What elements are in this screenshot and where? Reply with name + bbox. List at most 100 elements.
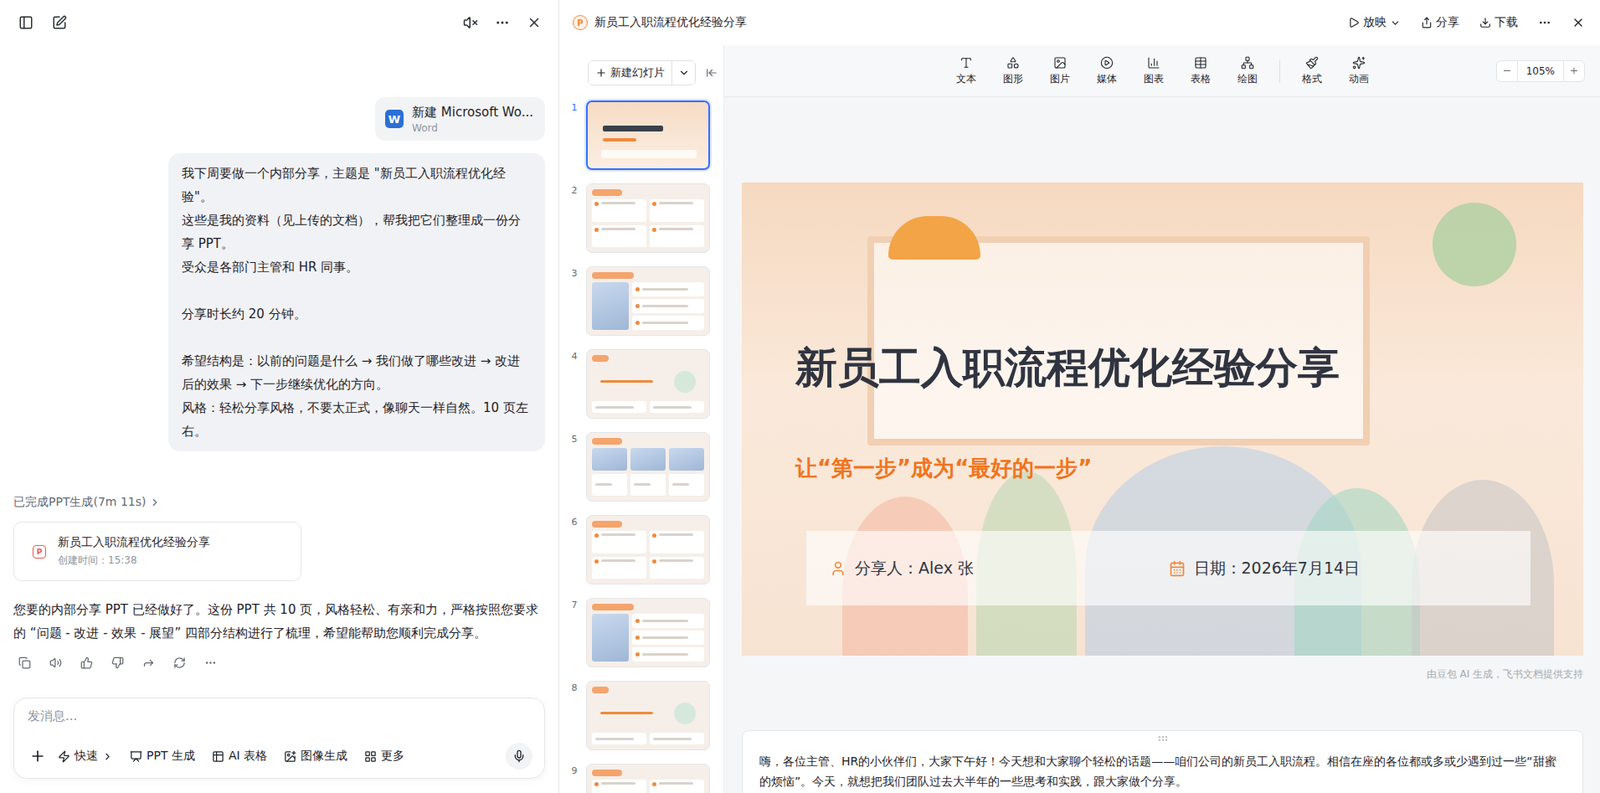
document-panel: P新员工入职流程优化经验分享放映分享下载新建幻灯片123456789文本图形图片… bbox=[559, 0, 1600, 793]
slide-thumbnail[interactable] bbox=[586, 266, 710, 336]
regenerate-icon bbox=[173, 656, 186, 669]
chart-icon bbox=[1147, 56, 1161, 70]
thumb-line bbox=[632, 315, 705, 330]
thumb-card bbox=[649, 556, 705, 580]
slide[interactable]: 新员工入职流程优化经验分享让“第一步”成为“最好的一步”分享人：Alex 张日期… bbox=[741, 182, 1584, 656]
composer-tool[interactable]: PPT 生成 bbox=[123, 745, 202, 767]
message-line: 这些是我的资料（见上传的文档），帮我把它们整理成一份分享 PPT。 bbox=[181, 208, 532, 256]
new-slide-dropdown[interactable] bbox=[671, 61, 695, 85]
more-button[interactable] bbox=[493, 13, 512, 32]
ppt-logo-icon: P bbox=[572, 15, 588, 31]
thumb-card bbox=[591, 779, 647, 793]
slide-thumbnail[interactable] bbox=[586, 183, 710, 253]
slide-canvas: 新员工入职流程优化经验分享让“第一步”成为“最好的一步”分享人：Alex 张日期… bbox=[724, 97, 1600, 793]
speaker-button[interactable] bbox=[47, 654, 64, 671]
message-line: 分享时长约 20 分钟。 bbox=[181, 302, 532, 326]
mute-button[interactable] bbox=[461, 13, 480, 32]
resize-handle[interactable] bbox=[759, 732, 1566, 746]
collapse-panel-button[interactable] bbox=[704, 65, 720, 81]
message-paragraph: 分享时长约 20 分钟。 bbox=[181, 302, 532, 326]
thumb-image bbox=[630, 447, 666, 471]
chat-header bbox=[0, 0, 559, 46]
slide-thumbnail[interactable] bbox=[586, 432, 710, 502]
slide-thumbnail[interactable] bbox=[586, 763, 710, 793]
composer-toolbar: 快速PPT 生成AI 表格图像生成更多 bbox=[27, 742, 533, 770]
thumbs-down-icon bbox=[111, 656, 124, 669]
thumbnail-row: 2 bbox=[559, 183, 724, 253]
slide-number: 5 bbox=[569, 432, 580, 445]
attachment-name: 新建 Microsoft Wo... bbox=[411, 104, 534, 121]
toolbar-button[interactable]: 图表 bbox=[1133, 52, 1174, 90]
composer-tool[interactable]: 图像生成 bbox=[277, 745, 355, 767]
toolbar-button[interactable]: 格式 bbox=[1291, 52, 1333, 90]
header-action[interactable]: 放映 bbox=[1346, 13, 1403, 32]
voice-button[interactable] bbox=[505, 742, 533, 770]
toolbar-button[interactable]: 媒体 bbox=[1086, 52, 1127, 90]
thumb-line bbox=[632, 613, 705, 628]
thumbs-up-icon bbox=[80, 656, 93, 669]
zoom-out-button[interactable] bbox=[1497, 61, 1518, 82]
message-input[interactable] bbox=[27, 708, 533, 724]
toolbar-button[interactable]: 动画 bbox=[1338, 52, 1379, 90]
thumbnail-row: 1 bbox=[559, 100, 724, 170]
copy-icon bbox=[18, 656, 31, 669]
thumb-heading bbox=[591, 272, 634, 279]
mute-icon bbox=[463, 15, 479, 31]
toolbar-button[interactable]: 图形 bbox=[992, 52, 1034, 90]
chat-messages: W新建 Microsoft Wo...Word 我下周要做一个内部分享，主题是 "… bbox=[0, 45, 559, 698]
slide-number: 7 bbox=[569, 597, 580, 611]
format-icon bbox=[1305, 56, 1319, 70]
sidebar-toggle-button[interactable] bbox=[16, 13, 36, 32]
share-button[interactable] bbox=[140, 654, 157, 671]
message-paragraph: 我下周要做一个内部分享，主题是 "新员工入职流程优化经验"。这些是我的资料（见上… bbox=[181, 161, 532, 279]
slide-thumbnail[interactable] bbox=[586, 514, 710, 585]
slide-number: 9 bbox=[569, 763, 580, 777]
generation-status[interactable]: 已完成PPT生成(7m 11s) bbox=[13, 494, 546, 510]
thumbnail-row: 4 bbox=[559, 349, 724, 419]
header-action[interactable]: 分享 bbox=[1419, 13, 1462, 32]
regenerate-button[interactable] bbox=[171, 654, 188, 671]
share-icon bbox=[142, 656, 155, 669]
grip-icon bbox=[1157, 732, 1169, 745]
thumbs-down-button[interactable] bbox=[109, 654, 126, 671]
add-button[interactable] bbox=[27, 745, 48, 767]
new-slide-control: 新建幻灯片 bbox=[587, 60, 696, 86]
new-chat-button[interactable] bbox=[50, 13, 69, 32]
attachment-card[interactable]: W新建 Microsoft Wo...Word bbox=[375, 97, 546, 141]
close-button[interactable] bbox=[1569, 14, 1587, 31]
zoom-value: 105% bbox=[1517, 61, 1564, 82]
copy-button[interactable] bbox=[16, 654, 33, 671]
composer-tool[interactable]: AI 表格 bbox=[205, 745, 274, 767]
toolbar-button[interactable]: 文本 bbox=[946, 52, 987, 90]
thumbs-up-button[interactable] bbox=[78, 654, 95, 671]
close-button[interactable] bbox=[524, 13, 544, 32]
notes-text[interactable]: 嗨，各位主管、HR的小伙伴们，大家下午好！今天想和大家聊个轻松的话题——咱们公司… bbox=[759, 751, 1566, 792]
thumb-line bbox=[591, 473, 628, 497]
ppt-file-card[interactable]: P新员工入职流程优化经验分享创建时间：15:38 bbox=[13, 521, 302, 582]
zoom-in-button[interactable] bbox=[1563, 61, 1585, 82]
slide-thumbnail[interactable] bbox=[586, 349, 710, 419]
calendar-icon bbox=[1168, 560, 1186, 577]
speaker-icon bbox=[49, 656, 62, 669]
composer-tool[interactable]: 更多 bbox=[357, 745, 412, 767]
user-message: 我下周要做一个内部分享，主题是 "新员工入职流程优化经验"。这些是我的资料（见上… bbox=[168, 153, 546, 452]
slide-thumbnail[interactable] bbox=[586, 100, 710, 170]
toolbar-button[interactable]: 表格 bbox=[1180, 52, 1221, 90]
slide-thumbnail[interactable] bbox=[586, 680, 710, 751]
speaker-notes: 嗨，各位主管、HR的小伙伴们，大家下午好！今天想和大家聊个轻松的话题——咱们公司… bbox=[741, 730, 1584, 793]
toolbar-button[interactable]: 图片 bbox=[1039, 52, 1081, 90]
toolbar-button[interactable]: 绘图 bbox=[1227, 52, 1268, 90]
more-button[interactable] bbox=[1536, 14, 1554, 31]
new-slide-button[interactable]: 新建幻灯片 bbox=[588, 61, 672, 85]
thumb-card-grid bbox=[591, 199, 705, 247]
header-action[interactable]: 下载 bbox=[1477, 13, 1520, 32]
thumb-tag bbox=[591, 686, 609, 694]
composer-tool[interactable]: 快速 bbox=[51, 745, 120, 767]
more-icon bbox=[494, 15, 510, 31]
thumb-line bbox=[632, 647, 705, 662]
message-paragraph: 希望结构是：以前的问题是什么 → 我们做了哪些改进 → 改进后的效果 → 下一步… bbox=[181, 349, 532, 443]
play-icon bbox=[1347, 16, 1360, 29]
thumb-card bbox=[591, 556, 647, 580]
slide-thumbnail[interactable] bbox=[586, 597, 710, 668]
more-button[interactable] bbox=[202, 654, 219, 671]
